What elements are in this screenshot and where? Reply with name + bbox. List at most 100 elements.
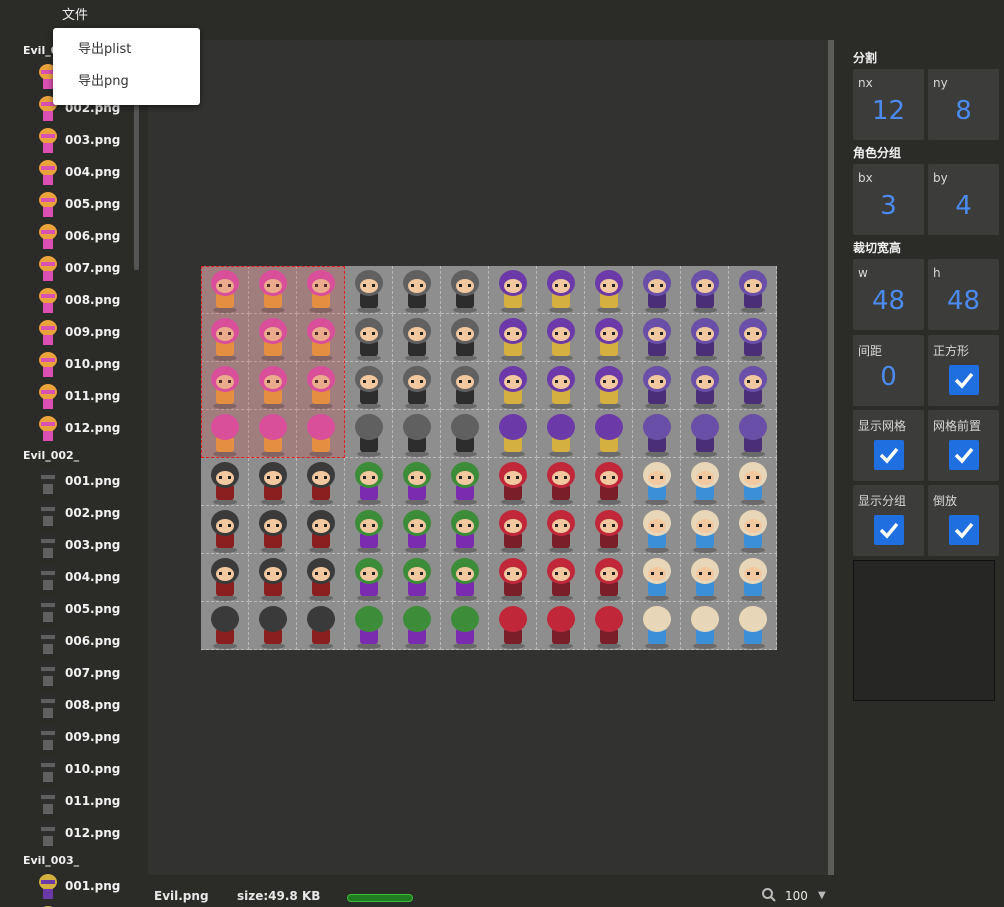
sprite-frame[interactable] bbox=[729, 554, 777, 602]
sprite-frame[interactable] bbox=[393, 506, 441, 554]
sprite-frame[interactable] bbox=[585, 458, 633, 506]
sprite-frame[interactable] bbox=[585, 506, 633, 554]
sprite-frame[interactable] bbox=[633, 362, 681, 410]
sprite-frame[interactable] bbox=[393, 410, 441, 458]
by-value[interactable]: 4 bbox=[928, 191, 999, 221]
sprite-frame[interactable] bbox=[537, 458, 585, 506]
sprite-frame[interactable] bbox=[201, 554, 249, 602]
tree-file-item[interactable]: 009.png bbox=[0, 317, 134, 349]
sprite-frame[interactable] bbox=[441, 506, 489, 554]
bx-field[interactable]: bx 3 bbox=[853, 164, 924, 235]
sprite-frame[interactable] bbox=[345, 410, 393, 458]
sprite-frame[interactable] bbox=[729, 458, 777, 506]
tree-group[interactable]: Evil_003_ bbox=[0, 850, 134, 871]
sprite-frame[interactable] bbox=[393, 554, 441, 602]
sprite-frame[interactable] bbox=[345, 554, 393, 602]
tree-file-item[interactable]: 011.png bbox=[0, 381, 134, 413]
tree-file-item[interactable]: 008.png bbox=[0, 690, 134, 722]
export-png-item[interactable]: 导出png bbox=[53, 66, 200, 98]
ny-value[interactable]: 8 bbox=[928, 96, 999, 126]
sprite-frame[interactable] bbox=[633, 554, 681, 602]
bx-value[interactable]: 3 bbox=[853, 191, 924, 221]
sprite-frame[interactable] bbox=[633, 506, 681, 554]
spacing-field[interactable]: 间距 0 bbox=[853, 335, 924, 406]
tree-file-item[interactable]: 002.png bbox=[0, 498, 134, 530]
sprite-frame[interactable] bbox=[489, 410, 537, 458]
square-toggle[interactable]: 正方形 bbox=[928, 335, 999, 406]
square-checkbox[interactable] bbox=[949, 365, 979, 395]
reverse-toggle[interactable]: 倒放 bbox=[928, 485, 999, 556]
show-group-toggle[interactable]: 显示分组 bbox=[853, 485, 924, 556]
sprite-frame[interactable] bbox=[681, 554, 729, 602]
show-group-checkbox[interactable] bbox=[874, 515, 904, 545]
sprite-frame[interactable] bbox=[489, 458, 537, 506]
sprite-frame[interactable] bbox=[633, 602, 681, 650]
sprite-frame[interactable] bbox=[201, 602, 249, 650]
spacing-value[interactable]: 0 bbox=[853, 362, 924, 392]
ny-field[interactable]: ny 8 bbox=[928, 69, 999, 140]
sprite-frame[interactable] bbox=[681, 362, 729, 410]
sprite-frame[interactable] bbox=[537, 410, 585, 458]
sprite-frame[interactable] bbox=[681, 458, 729, 506]
sprite-frame[interactable] bbox=[585, 362, 633, 410]
nx-value[interactable]: 12 bbox=[853, 96, 924, 126]
sprite-frame[interactable] bbox=[201, 458, 249, 506]
sprite-frame[interactable] bbox=[585, 266, 633, 314]
sprite-frame[interactable] bbox=[393, 266, 441, 314]
tree-file-item[interactable]: 001.png bbox=[0, 466, 134, 498]
tree-file-item[interactable]: 004.png bbox=[0, 562, 134, 594]
sprite-frame[interactable] bbox=[441, 410, 489, 458]
sprite-frame[interactable] bbox=[585, 410, 633, 458]
sprite-frame[interactable] bbox=[249, 554, 297, 602]
chevron-down-icon[interactable]: ▼ bbox=[818, 890, 826, 901]
tree-file-item[interactable]: 002.png bbox=[0, 903, 134, 907]
menu-file[interactable]: 文件 bbox=[62, 4, 88, 23]
sprite-frame[interactable] bbox=[489, 506, 537, 554]
tree-file-item[interactable]: 006.png bbox=[0, 221, 134, 253]
sprite-frame[interactable] bbox=[633, 314, 681, 362]
reverse-checkbox[interactable] bbox=[949, 515, 979, 545]
h-field[interactable]: h 48 bbox=[928, 259, 999, 330]
sprite-frame[interactable] bbox=[441, 314, 489, 362]
tree-file-item[interactable]: 003.png bbox=[0, 530, 134, 562]
tree-file-item[interactable]: 010.png bbox=[0, 349, 134, 381]
sprite-frame[interactable] bbox=[297, 458, 345, 506]
sprite-frame[interactable] bbox=[489, 362, 537, 410]
tree-file-item[interactable]: 012.png bbox=[0, 818, 134, 850]
tree-file-item[interactable]: 009.png bbox=[0, 722, 134, 754]
tree-file-item[interactable]: 005.png bbox=[0, 189, 134, 221]
sprite-frame[interactable] bbox=[345, 458, 393, 506]
sprite-frame[interactable] bbox=[345, 314, 393, 362]
sprite-frame[interactable] bbox=[345, 362, 393, 410]
sprite-frame[interactable] bbox=[297, 506, 345, 554]
sprite-frame[interactable] bbox=[345, 266, 393, 314]
sprite-frame[interactable] bbox=[537, 602, 585, 650]
sprite-frame[interactable] bbox=[681, 602, 729, 650]
grid-front-toggle[interactable]: 网格前置 bbox=[928, 410, 999, 481]
sprite-frame[interactable] bbox=[297, 554, 345, 602]
tree-file-item[interactable]: 010.png bbox=[0, 754, 134, 786]
tree-file-item[interactable]: 011.png bbox=[0, 786, 134, 818]
sprite-frame[interactable] bbox=[585, 554, 633, 602]
sprite-frame[interactable] bbox=[729, 266, 777, 314]
sprite-frame[interactable] bbox=[441, 266, 489, 314]
sprite-frame[interactable] bbox=[537, 362, 585, 410]
w-value[interactable]: 48 bbox=[853, 286, 924, 316]
sprite-frame[interactable] bbox=[633, 410, 681, 458]
by-field[interactable]: by 4 bbox=[928, 164, 999, 235]
sprite-frame[interactable] bbox=[393, 314, 441, 362]
tree-file-item[interactable]: 005.png bbox=[0, 594, 134, 626]
sprite-frame[interactable] bbox=[393, 458, 441, 506]
sprite-frame[interactable] bbox=[393, 602, 441, 650]
sprite-frame[interactable] bbox=[249, 602, 297, 650]
sprite-frame[interactable] bbox=[489, 554, 537, 602]
tree-file-item[interactable]: 001.png bbox=[0, 871, 134, 903]
sprite-frame[interactable] bbox=[729, 506, 777, 554]
canvas-scrollbar[interactable] bbox=[828, 40, 834, 875]
tree-file-item[interactable]: 004.png bbox=[0, 157, 134, 189]
zoom-value[interactable]: 100 bbox=[785, 889, 808, 903]
sprite-frame[interactable] bbox=[729, 314, 777, 362]
sprite-frame[interactable] bbox=[537, 266, 585, 314]
h-value[interactable]: 48 bbox=[928, 286, 999, 316]
tree-group[interactable]: Evil_002_ bbox=[0, 445, 134, 466]
